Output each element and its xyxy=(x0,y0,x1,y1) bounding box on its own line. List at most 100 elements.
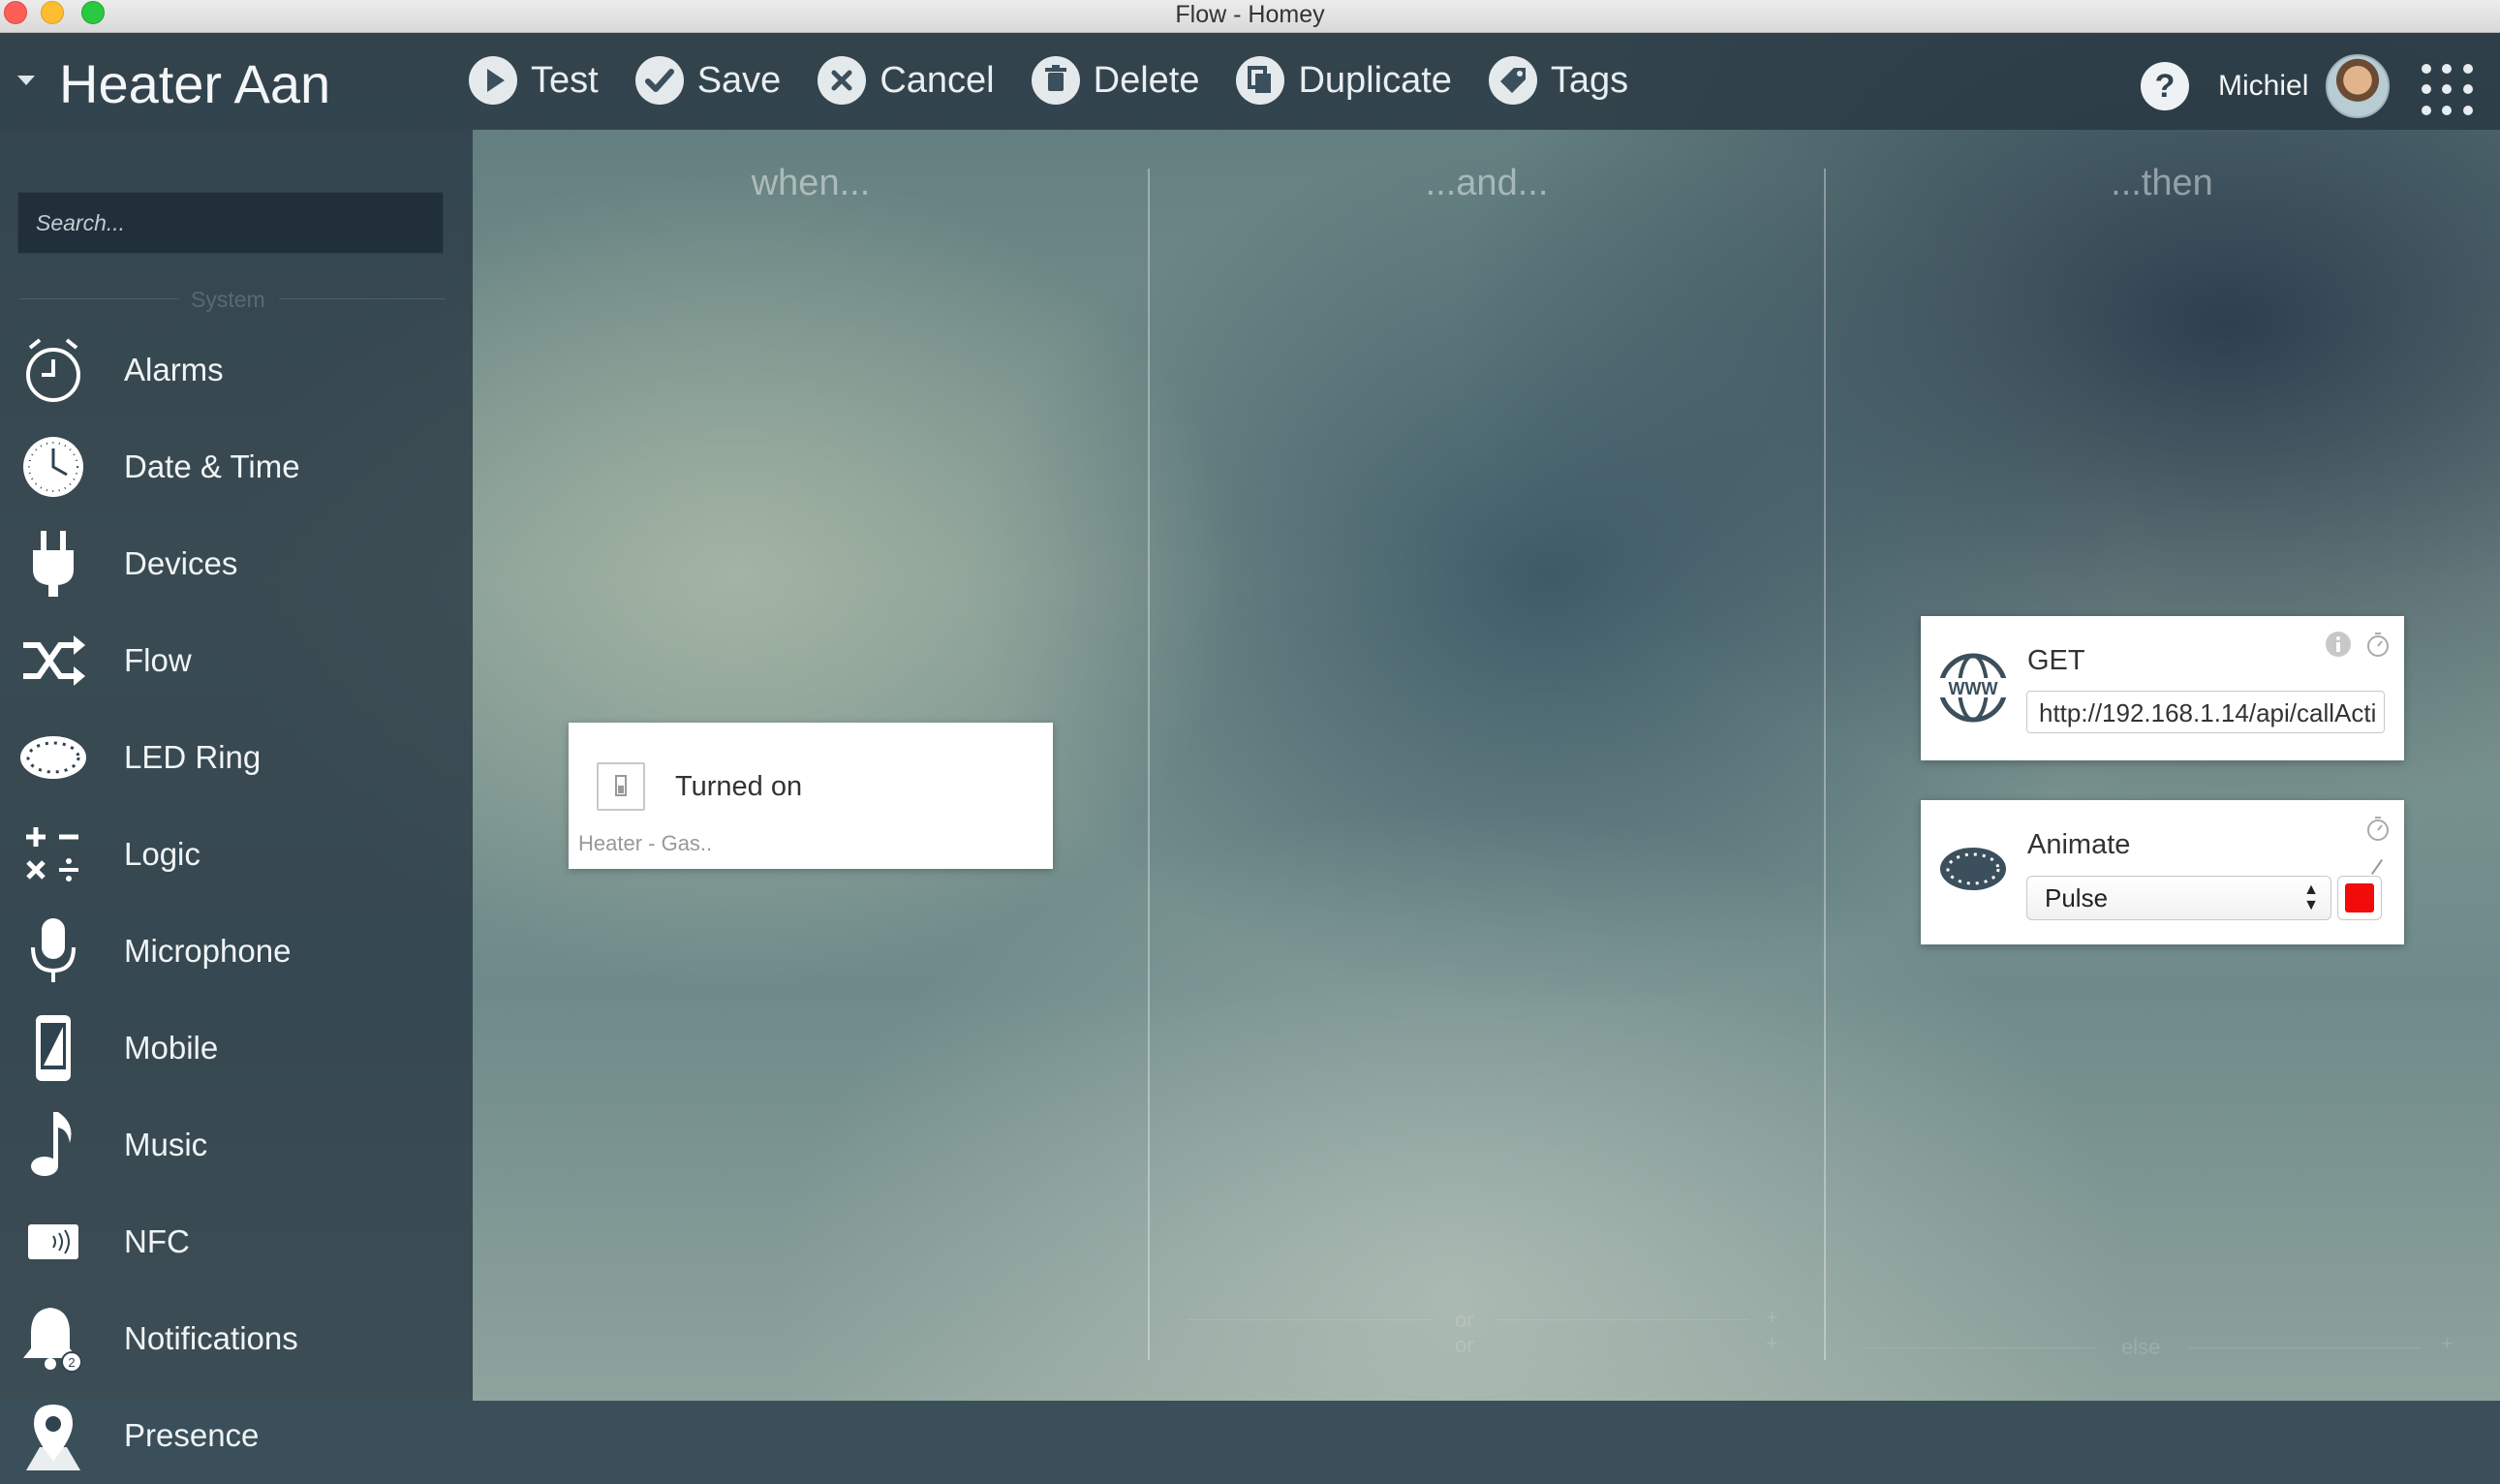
tags-button-label: Tags xyxy=(1550,59,1629,101)
column-divider xyxy=(1824,169,1826,1360)
sidebar-item-devices[interactable]: Devices xyxy=(0,515,473,612)
or-divider-line xyxy=(1187,1319,1434,1320)
or-label: or xyxy=(1455,1308,1474,1332)
www-globe-icon: WWW xyxy=(1938,653,2008,723)
sidebar-item-label: NFC xyxy=(124,1223,190,1259)
music-note-icon xyxy=(0,1110,107,1180)
checkmark-icon xyxy=(634,56,684,105)
notifications-badge: 2 xyxy=(68,1355,75,1370)
when-column-heading: when... xyxy=(751,163,871,203)
column-divider xyxy=(1148,169,1150,1360)
user-name[interactable]: Michiel xyxy=(2218,70,2308,103)
sidebar-item-music[interactable]: Music xyxy=(0,1097,473,1193)
clock-icon xyxy=(0,435,107,499)
select-arrows-icon: ▲ ▼ xyxy=(2303,881,2319,913)
duplicate-button-label: Duplicate xyxy=(1298,59,1452,101)
led-ring-icon xyxy=(1938,845,2008,893)
sidebar-item-nfc[interactable]: NFC xyxy=(0,1193,473,1290)
color-picker-handle xyxy=(2371,859,2383,875)
sidebar-item-label: Date & Time xyxy=(124,448,300,484)
and-column-heading: ...and... xyxy=(1425,163,1549,203)
sidebar-item-label: Logic xyxy=(124,836,201,872)
toolbar: Test Save Cancel Delete Duplicate Tags xyxy=(469,56,1665,105)
url-input[interactable]: http://192.168.1.14/api/callActi xyxy=(2026,691,2385,733)
or-label: or xyxy=(1455,1333,1474,1357)
smartphone-icon xyxy=(0,1013,107,1083)
bell-icon: 2 xyxy=(0,1304,107,1374)
sidebar-item-label: Mobile xyxy=(124,1030,219,1066)
color-swatch xyxy=(2345,883,2374,912)
add-else-action-button[interactable]: + xyxy=(2441,1331,2454,1356)
flow-name[interactable]: Heater Aan xyxy=(59,52,330,115)
user-area: ? Michiel xyxy=(2141,54,2391,118)
avatar[interactable] xyxy=(2326,54,2391,118)
shuffle-icon xyxy=(0,634,107,688)
color-picker[interactable] xyxy=(2337,876,2382,920)
cancel-button[interactable]: Cancel xyxy=(818,56,995,105)
switch-icon xyxy=(597,762,645,811)
animate-card-title: Animate xyxy=(2027,829,2131,860)
save-button[interactable]: Save xyxy=(634,56,782,105)
window-title: Flow - Homey xyxy=(1175,1,1325,28)
else-label: else xyxy=(2121,1335,2161,1359)
sidebar-item-label: Devices xyxy=(124,545,238,581)
tag-icon xyxy=(1488,56,1537,105)
sidebar-item-label: Microphone xyxy=(124,933,292,969)
trigger-card[interactable]: Turned on Heater - Gas.. xyxy=(569,723,1053,869)
search-input[interactable] xyxy=(18,193,443,253)
apps-grid-icon[interactable] xyxy=(2422,64,2476,118)
window-titlebar: Flow - Homey xyxy=(0,0,2500,33)
animate-card[interactable]: Animate Pulse ▲ ▼ xyxy=(1921,800,2404,944)
trash-icon xyxy=(1031,56,1080,105)
duplicate-icon xyxy=(1236,56,1285,105)
led-ring-icon xyxy=(0,733,107,782)
sidebar-item-label: Flow xyxy=(124,642,192,678)
search-box xyxy=(17,192,444,254)
http-get-card[interactable]: WWW GET http://192.168.1.14/api/callActi xyxy=(1921,616,2404,760)
nfc-icon xyxy=(0,1222,107,1261)
app-area: Heater Aan Test Save Cancel Delete Dupli… xyxy=(0,33,2500,1470)
close-window-button[interactable] xyxy=(4,1,27,24)
cancel-x-icon xyxy=(818,56,867,105)
then-column-heading: ...then xyxy=(2111,163,2213,203)
sidebar-item-date-time[interactable]: Date & Time xyxy=(0,418,473,515)
minimize-window-button[interactable] xyxy=(41,1,64,24)
sidebar-item-presence[interactable]: Presence xyxy=(0,1387,473,1484)
sidebar-item-flow[interactable]: Flow xyxy=(0,612,473,709)
sidebar-item-label: LED Ring xyxy=(124,739,262,775)
timer-icon[interactable] xyxy=(2365,816,2391,841)
test-button[interactable]: Test xyxy=(469,56,599,105)
save-button-label: Save xyxy=(696,59,782,101)
or-divider-line xyxy=(1497,1319,1748,1320)
section-label: System xyxy=(191,287,265,312)
zoom-window-button[interactable] xyxy=(81,1,105,24)
sidebar-item-notifications[interactable]: 2 Notifications xyxy=(0,1290,473,1387)
tags-button[interactable]: Tags xyxy=(1488,56,1629,105)
cancel-button-label: Cancel xyxy=(880,59,995,101)
alarm-clock-icon xyxy=(0,336,107,404)
sidebar-item-label: Notifications xyxy=(124,1320,298,1356)
sidebar-item-logic[interactable]: Logic xyxy=(0,806,473,903)
add-condition-button[interactable]: + xyxy=(1766,1305,1778,1330)
sidebar-item-microphone[interactable]: Microphone xyxy=(0,903,473,1000)
location-pin-icon xyxy=(0,1401,107,1470)
sidebar-item-led-ring[interactable]: LED Ring xyxy=(0,709,473,806)
add-condition-button[interactable]: + xyxy=(1766,1331,1778,1356)
sidebar-item-alarms[interactable]: Alarms xyxy=(0,322,473,418)
delete-button[interactable]: Delete xyxy=(1031,56,1199,105)
sidebar-item-label: Alarms xyxy=(124,352,224,387)
info-icon[interactable] xyxy=(2326,632,2351,657)
sidebar-item-mobile[interactable]: Mobile xyxy=(0,1000,473,1097)
help-button[interactable]: ? xyxy=(2141,62,2189,110)
animation-selected-value: Pulse xyxy=(2045,883,2109,912)
collapse-sidebar-icon[interactable] xyxy=(17,76,35,85)
trigger-device-name: Heater - Gas.. xyxy=(578,831,713,855)
play-icon xyxy=(469,56,517,105)
timer-icon[interactable] xyxy=(2365,632,2391,657)
sidebar: System Alarms Date & Time Devices xyxy=(0,130,473,1470)
microphone-icon xyxy=(0,916,107,986)
animation-select[interactable]: Pulse ▲ ▼ xyxy=(2026,876,2331,920)
math-operators-icon xyxy=(0,823,107,885)
trigger-card-title: Turned on xyxy=(675,771,803,802)
duplicate-button[interactable]: Duplicate xyxy=(1236,56,1452,105)
